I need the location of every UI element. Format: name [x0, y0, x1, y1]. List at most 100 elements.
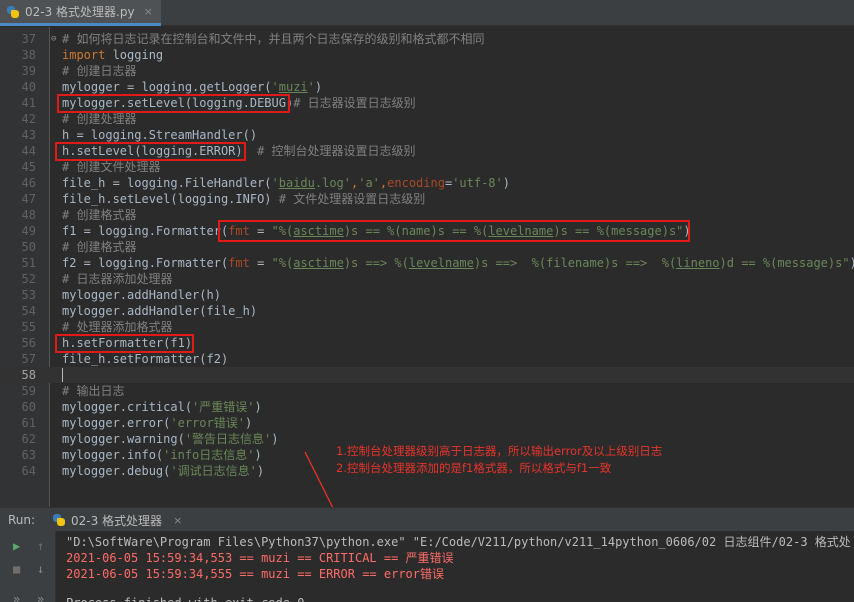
console-output-line: 2021-06-05 15:59:34,553 == muzi == CRITI…: [66, 551, 454, 565]
line-number: 55: [21, 320, 36, 334]
code-token: encoding: [387, 176, 445, 190]
code-line[interactable]: 40 mylogger = logging.getLogger('muzi'): [0, 79, 854, 95]
code-text: # 创建处理器: [62, 111, 136, 127]
stop-icon[interactable]: ■: [13, 563, 20, 575]
code-text: mylogger.debug('调试日志信息'): [62, 463, 264, 479]
line-number: 41: [21, 96, 36, 110]
code-token: # 控制台处理器设置日志级别: [257, 144, 416, 158]
line-number: 39: [21, 64, 36, 78]
code-token: file_h.setLevel(logging.INFO): [62, 192, 279, 206]
line-number: 48: [21, 208, 36, 222]
code-line[interactable]: 57 file_h.setFormatter(f2): [0, 351, 854, 367]
line-number: 38: [21, 48, 36, 62]
code-token: baidu: [278, 176, 315, 190]
line-number: 47: [21, 192, 36, 206]
line-number: 42: [21, 112, 36, 126]
code-token: '严重错误': [192, 400, 255, 414]
code-token: =: [249, 256, 272, 270]
code-token: mylogger.critical(: [62, 400, 193, 414]
code-token: # 创建文件处理器: [62, 160, 161, 174]
code-text: mylogger.addHandler(file_h): [62, 303, 257, 319]
arrow-down-icon[interactable]: ↓: [37, 563, 44, 575]
code-token: 'info日志信息': [163, 448, 255, 462]
run-tab[interactable]: 02-3 格式处理器 ×: [52, 508, 182, 532]
code-token: muzi: [278, 80, 308, 94]
code-token: ): [256, 464, 265, 478]
highlight-box-setlevel-debug: [57, 94, 290, 113]
code-text: # 日志器添加处理器: [62, 271, 172, 287]
code-line[interactable]: 47 file_h.setLevel(logging.INFO) # 文件处理器设…: [0, 191, 854, 207]
highlight-box-setlevel-error: [55, 142, 246, 161]
line-number: 52: [21, 272, 36, 286]
code-token: lineno: [676, 256, 720, 270]
line-number: 51: [21, 256, 36, 270]
close-run-tab-icon[interactable]: ×: [173, 514, 182, 527]
code-line[interactable]: 52 # 日志器添加处理器: [0, 271, 854, 287]
run-tool-window-header: Run: 02-3 格式处理器 ×: [0, 507, 854, 531]
code-token: ): [271, 432, 279, 446]
code-token: # 文件处理器设置日志级别: [278, 192, 426, 206]
code-text: # 输出日志: [62, 383, 124, 399]
code-text: # 创建日志器: [62, 63, 136, 79]
run-toolbar: ▶ ↑ ■ ↓ » »: [0, 531, 56, 602]
code-token: ): [244, 416, 253, 430]
line-number: 53: [21, 288, 36, 302]
code-token: ): [254, 400, 262, 414]
code-token: '警告日志信息': [184, 432, 272, 446]
line-number: 58: [21, 368, 36, 382]
code-line[interactable]: 60 mylogger.critical('严重错误'): [0, 399, 854, 415]
line-number: 49: [21, 224, 36, 238]
code-token: # 输出日志: [62, 384, 125, 398]
line-number: 59: [21, 384, 36, 398]
code-token: # 如何将日志记录在控制台和文件中，并且两个日志保存的级别和格式都不相同: [62, 32, 485, 46]
code-line[interactable]: 59 # 输出日志: [0, 383, 854, 399]
code-token: # 创建格式器: [62, 208, 137, 222]
code-text: mylogger.warning('警告日志信息'): [62, 431, 279, 447]
code-line[interactable]: 39 # 创建日志器: [0, 63, 854, 79]
code-line[interactable]: 55 # 处理器添加格式器: [0, 319, 854, 335]
code-token: ': [271, 176, 279, 190]
code-token: ': [307, 80, 315, 94]
code-token: 'utf-8': [452, 176, 503, 190]
code-line[interactable]: 61 mylogger.error('error错误'): [0, 415, 854, 431]
run-console[interactable]: ▶ ↑ ■ ↓ » » "D:\SoftWare\Program Files\P…: [0, 531, 854, 602]
code-line[interactable]: 37 ⊖ # 如何将日志记录在控制台和文件中，并且两个日志保存的级别和格式都不相同: [0, 31, 854, 47]
fold-marker-icon[interactable]: ⊖: [51, 31, 56, 47]
line-number: 56: [21, 336, 36, 350]
pin-icon[interactable]: »: [13, 593, 20, 602]
code-line[interactable]: 54 mylogger.addHandler(file_h): [0, 303, 854, 319]
line-number: 46: [21, 176, 36, 190]
code-token: f2 = logging.Formatter(: [62, 256, 229, 270]
code-line[interactable]: 38 import logging: [0, 47, 854, 63]
code-text: # 如何将日志记录在控制台和文件中，并且两个日志保存的级别和格式都不相同: [62, 31, 484, 47]
code-token: mylogger.addHandler(h): [62, 288, 221, 302]
arrow-up-icon[interactable]: ↑: [37, 540, 44, 552]
code-token: # 创建日志器: [62, 64, 137, 78]
code-token: mylogger = logging.getLogger(: [62, 80, 272, 94]
code-text: mylogger.info('info日志信息'): [62, 447, 262, 463]
line-number: 45: [21, 160, 36, 174]
code-line[interactable]: 58: [0, 367, 854, 383]
highlight-box-setformatter: [55, 334, 194, 353]
code-token: # 日志器添加处理器: [62, 272, 173, 286]
editor-tab-bar: 02-3 格式处理器.py ×: [0, 0, 854, 26]
code-token: file_h = logging.FileHandler(: [62, 176, 272, 190]
code-line[interactable]: 42 # 创建处理器: [0, 111, 854, 127]
code-line[interactable]: 46 file_h = logging.FileHandler('baidu.lo…: [0, 175, 854, 191]
console-output-line: 2021-06-05 15:59:34,555 == muzi == ERROR…: [66, 567, 445, 581]
code-line[interactable]: 53 mylogger.addHandler(h): [0, 287, 854, 303]
code-text: mylogger = logging.getLogger('muzi'): [62, 79, 322, 95]
code-text: file_h.setLevel(logging.INFO) # 文件处理器设置日…: [62, 191, 425, 207]
code-line[interactable]: 51 f2 = logging.Formatter(fmt = "%(asctim…: [0, 255, 854, 271]
code-line[interactable]: 45 # 创建文件处理器: [0, 159, 854, 175]
pin-icon[interactable]: »: [37, 593, 44, 602]
close-tab-icon[interactable]: ×: [144, 5, 153, 18]
code-token: levelname: [408, 256, 474, 270]
editor-tab[interactable]: 02-3 格式处理器.py ×: [0, 0, 161, 26]
code-editor[interactable]: 37 ⊖ # 如何将日志记录在控制台和文件中，并且两个日志保存的级别和格式都不相同 3…: [0, 27, 854, 507]
code-token: import: [62, 48, 106, 62]
line-number: 43: [21, 128, 36, 142]
code-line[interactable]: 43 h = logging.StreamHandler(): [0, 127, 854, 143]
python-file-icon: [6, 5, 20, 19]
run-play-icon[interactable]: ▶: [13, 540, 20, 552]
